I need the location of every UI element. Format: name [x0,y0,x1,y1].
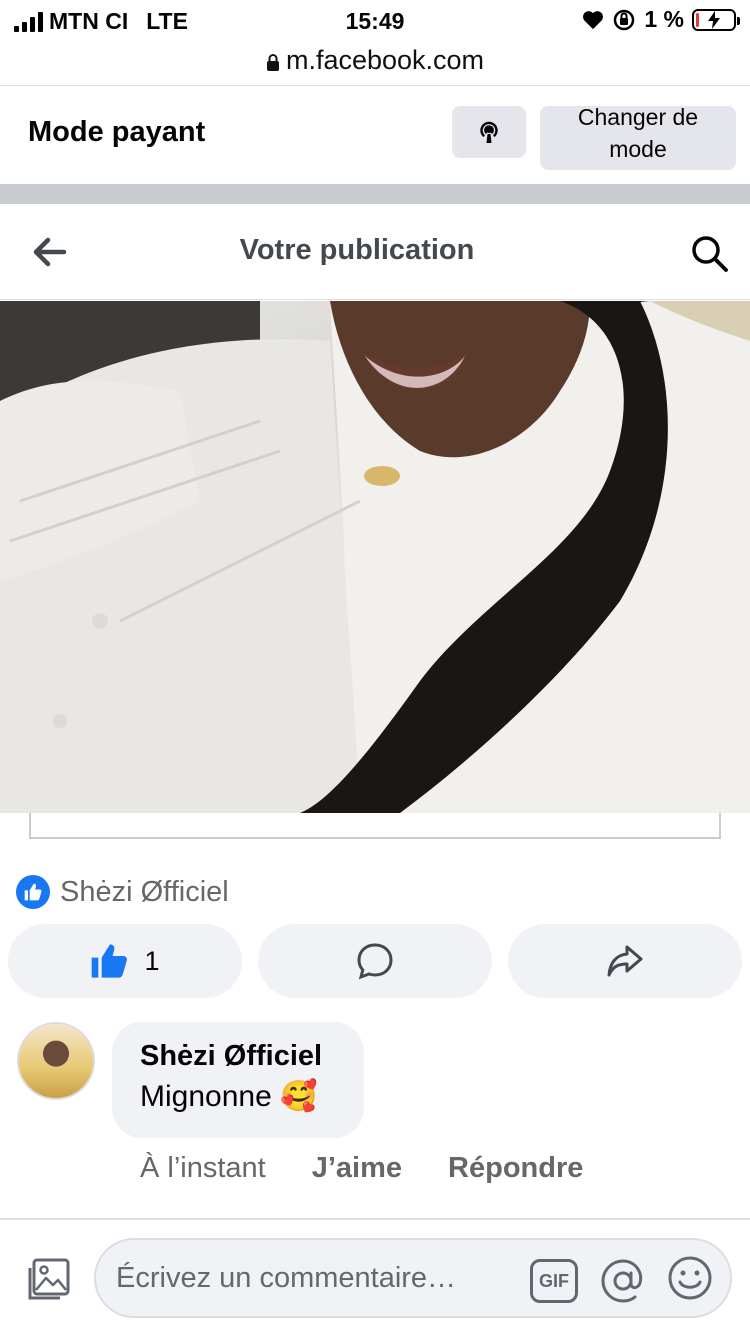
reactor-name: Shėzi Øfficiel [60,875,229,908]
mention-icon [601,1259,643,1303]
post-photo[interactable] [0,301,750,813]
comment-input[interactable] [116,1254,506,1302]
emoji-icon [668,1256,712,1300]
paid-mode-title: Mode payant [28,116,206,148]
gif-button[interactable]: GIF [530,1259,578,1303]
search-button[interactable] [690,234,730,274]
page-header: Votre publication [0,204,750,300]
comment-button[interactable] [258,924,492,998]
status-bar: MTN CI LTE 15:49 1 % [0,0,750,40]
section-divider [0,184,750,204]
comment-timestamp: À l’instant [140,1152,266,1184]
comment-like-link[interactable]: J’aime [312,1152,402,1185]
data-mode-icon-button[interactable] [452,106,526,158]
comment-icon [357,943,393,980]
comment-bubble[interactable]: Shėzi Øfficiel Mignonne 🥰 [112,1022,364,1138]
comment-actions: À l’instant J’aime Répondre [140,1152,583,1185]
paid-mode-banner: Mode payant Changer de mode [0,85,750,184]
commenter-avatar[interactable] [17,1022,95,1100]
battery-percent: 1 % [644,6,684,32]
lock-icon [266,54,279,71]
address-bar[interactable]: m.facebook.com [0,36,750,84]
comment-reply-link[interactable]: Répondre [448,1152,583,1185]
photo-icon [28,1258,70,1300]
search-icon [692,236,728,272]
like-reaction-icon [16,875,50,909]
change-mode-label-2: mode [609,136,667,162]
share-icon [607,945,643,977]
emoji-button[interactable] [666,1254,714,1302]
rotation-lock-icon [614,9,635,30]
battery-icon [692,8,740,31]
comment-composer: GIF [0,1218,750,1334]
mention-button[interactable] [598,1256,648,1306]
add-photo-button[interactable] [24,1254,74,1304]
post-photo-art [0,301,750,813]
share-button[interactable] [508,924,742,998]
photo-frame [29,813,721,839]
page-title: Votre publication [239,234,475,266]
reactions-summary[interactable]: Shėzi Øfficiel [16,875,229,909]
status-icons: 1 % [582,6,740,33]
comment-text: Mignonne 🥰 [140,1080,318,1113]
comment-author[interactable]: Shėzi Øfficiel [140,1040,336,1073]
change-mode-button[interactable]: Changer de mode [540,104,736,170]
heart-icon [583,10,604,29]
url-text: m.facebook.com [285,44,485,75]
like-count: 1 [144,945,160,976]
like-button[interactable]: 1 [8,924,242,998]
podcast-icon [480,121,498,143]
like-icon [92,944,128,978]
